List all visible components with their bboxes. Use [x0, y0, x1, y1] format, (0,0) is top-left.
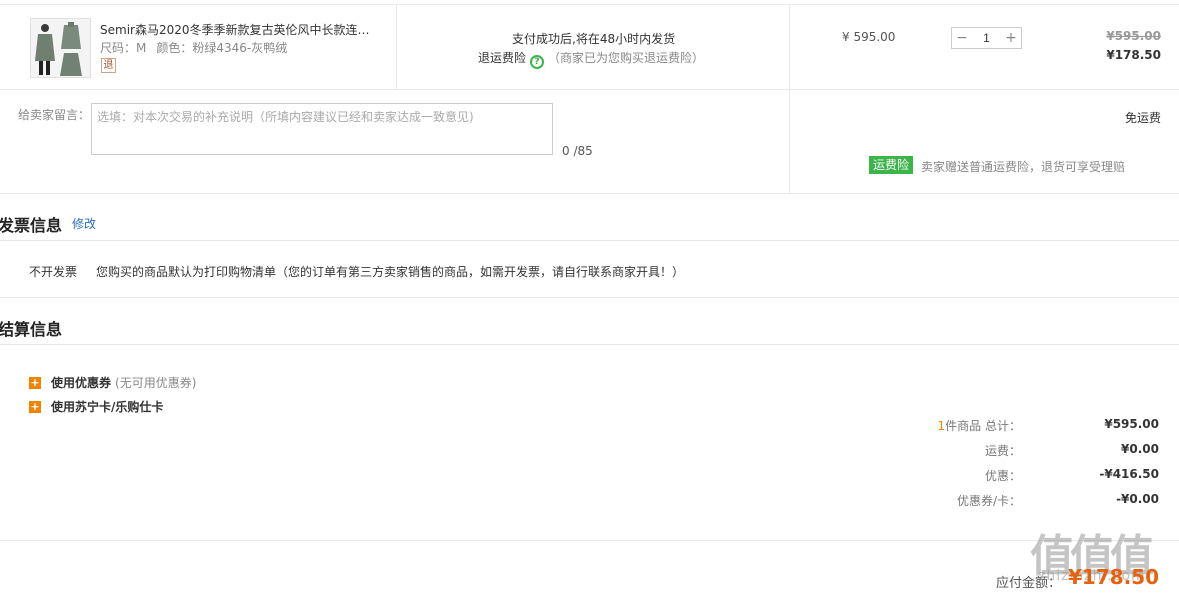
section-divider [0, 240, 1179, 241]
amount-payable-value: ¥178.50 [1068, 565, 1160, 589]
summary-discount-row: 优惠： -¥416.50 [759, 467, 1159, 483]
message-char-count: 0 /85 [562, 144, 593, 158]
return-badge: 退 [101, 58, 116, 73]
free-shipping-label: 免运费 [1124, 111, 1161, 125]
insurance-row: 退运费险? （商家已为您购买退运费险） [478, 49, 704, 69]
original-price: ¥595.00 [1106, 29, 1161, 43]
total-label-suffix: 件商品 总计： [945, 419, 1021, 433]
product-title[interactable]: Semir森马2020冬季季新款复古英伦风中长款连帽… [100, 21, 380, 38]
invoice-edit-link[interactable]: 修改 [72, 215, 96, 232]
unit-price: ¥ 595.00 [842, 30, 896, 44]
summary-discount-value: -¥416.50 [1099, 467, 1159, 481]
shipping-note: 支付成功后,将在48小时内发货 [512, 32, 676, 46]
top-border [0, 4, 1179, 5]
section-divider [0, 297, 1179, 298]
summary-coupon-card-label: 优惠券/卡： [956, 494, 1021, 508]
summary-shipping-row: 运费： ¥0.00 [759, 442, 1159, 458]
invoice-section-title: 发票信息 [0, 216, 63, 235]
use-card-toggle[interactable]: + 使用苏宁卡/乐购仕卡 [29, 398, 163, 415]
summary-coupon-card-value: -¥0.00 [1116, 492, 1159, 506]
section-divider [0, 344, 1179, 345]
summary-total-row: 1件商品 总计： ¥595.00 [759, 417, 1159, 433]
row-divider [0, 89, 1179, 90]
summary-total-value: ¥595.00 [1104, 417, 1159, 431]
expand-plus-icon: + [29, 375, 41, 389]
decrease-quantity-button[interactable]: − [952, 28, 972, 48]
product-thumbnail[interactable] [30, 18, 91, 78]
insurance-tag: 运费险 [869, 156, 914, 174]
increase-quantity-button[interactable]: + [1001, 28, 1021, 48]
summary-shipping-value: ¥0.00 [1121, 442, 1159, 456]
invoice-note: 您购买的商品默认为打印购物清单（您的订单有第三方卖家销售的商品，如需开发票，请自… [96, 265, 685, 279]
coupon-hint: (无可用优惠券) [115, 376, 197, 390]
use-coupon-toggle[interactable]: + 使用优惠券 (无可用优惠券) [29, 374, 196, 391]
product-spec: 尺码：M 颜色：粉绿4346-灰鸭绒 [100, 39, 297, 56]
card-label: 使用苏宁卡/乐购仕卡 [51, 400, 164, 414]
product-color: 颜色：粉绿4346-灰鸭绒 [156, 41, 288, 55]
quantity-stepper: − + [951, 27, 1022, 49]
product-image [31, 19, 90, 77]
invoice-type: 不开发票 [29, 265, 78, 279]
final-price: ¥178.50 [1106, 48, 1161, 62]
quantity-input[interactable] [972, 28, 1001, 48]
expand-plus-icon: + [29, 399, 41, 413]
summary-shipping-label: 运费： [984, 444, 1021, 458]
seller-message-label: 给卖家留言： [18, 108, 91, 122]
amount-payable-label: 应付金额： [996, 576, 1062, 591]
question-mark-icon[interactable]: ? [530, 55, 545, 69]
divider [396, 4, 397, 89]
insurance-note: （商家已为您购买退运费险） [548, 51, 705, 65]
settlement-section-title: 结算信息 [0, 320, 63, 339]
coupon-label: 使用优惠券 [51, 376, 112, 390]
insurance-description: 卖家赠送普通运费险，退货可享受理赔 [921, 160, 1126, 174]
seller-message-input[interactable] [91, 103, 553, 155]
summary-total-label: 1件商品 总计： [938, 417, 1021, 434]
product-size: 尺码：M [100, 41, 147, 55]
insurance-label: 退运费险 [478, 51, 527, 65]
section-divider [0, 193, 1179, 194]
divider [789, 4, 790, 193]
summary-discount-label: 优惠： [984, 469, 1021, 483]
section-divider [0, 540, 1179, 541]
summary-coupon-card-row: 优惠券/卡： -¥0.00 [759, 492, 1159, 508]
